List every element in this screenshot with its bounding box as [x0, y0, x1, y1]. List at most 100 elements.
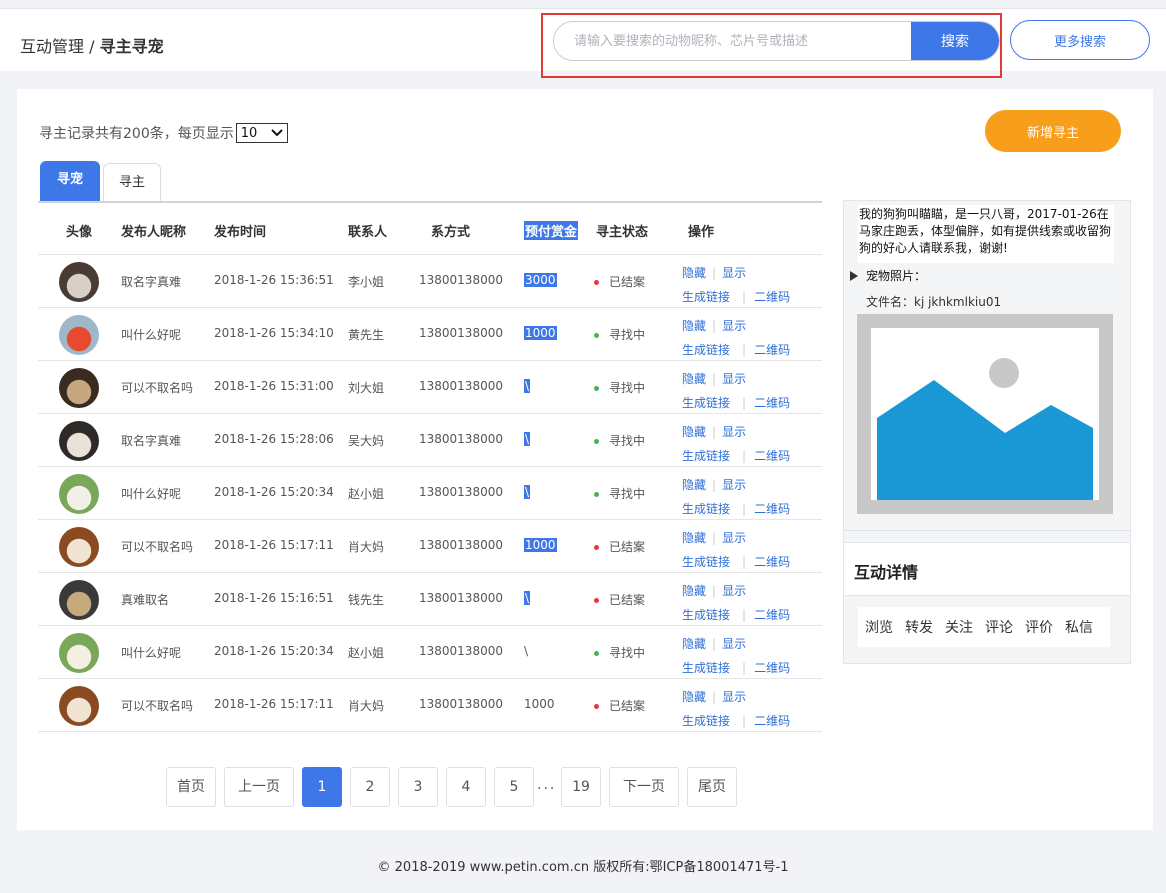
table-body: 取名字真难 2018-1-26 15:36:51 李小姐 13800138000 300…	[38, 255, 822, 732]
last-page-button[interactable]: 尾页	[687, 767, 737, 807]
hide-link[interactable]: 隐藏	[682, 584, 706, 598]
status-dot-icon	[594, 280, 599, 285]
divider: |	[742, 502, 747, 516]
show-link[interactable]: 显示	[722, 266, 746, 280]
hide-link[interactable]: 隐藏	[682, 425, 706, 439]
page-button-5[interactable]: 5	[494, 767, 534, 807]
show-link[interactable]: 显示	[722, 425, 746, 439]
contact-phone: 13800138000	[419, 697, 503, 711]
qrcode-link[interactable]: 二维码	[754, 290, 790, 304]
contact-phone: 13800138000	[419, 644, 503, 658]
hide-link[interactable]: 隐藏	[682, 372, 706, 386]
generate-link[interactable]: 生成链接	[682, 502, 730, 516]
status-dot-icon	[594, 386, 599, 391]
generate-link[interactable]: 生成链接	[682, 661, 730, 675]
hide-link[interactable]: 隐藏	[682, 637, 706, 651]
contact-phone: 13800138000	[419, 591, 503, 605]
hide-link[interactable]: 隐藏	[682, 478, 706, 492]
pet-photo-label[interactable]: 宠物照片：	[850, 267, 926, 284]
status-badge: 寻找中	[594, 432, 645, 449]
page-button-4[interactable]: 4	[446, 767, 486, 807]
hide-link[interactable]: 隐藏	[682, 690, 706, 704]
avatar	[59, 421, 99, 461]
show-link[interactable]: 显示	[722, 690, 746, 704]
first-page-button[interactable]: 首页	[166, 767, 216, 807]
table-row: 可以不取名吗 2018-1-26 15:31:00 刘大姐 13800138000 \ 寻…	[38, 361, 822, 414]
action-follow[interactable]: 关注	[945, 617, 973, 637]
status-text: 已结案	[609, 540, 646, 554]
hide-link[interactable]: 隐藏	[682, 319, 706, 333]
table-header: 头像 发布人昵称 发布时间 联系人 系方式 预付赏金 寻主状态 操作	[38, 201, 822, 255]
breadcrumb-parent[interactable]: 互动管理	[20, 37, 84, 56]
top-bar: 互动管理 / 寻主寻宠 搜索 更多搜索	[0, 8, 1166, 78]
status-badge: 寻找中	[594, 379, 645, 396]
show-link[interactable]: 显示	[722, 531, 746, 545]
record-summary: 寻主记录共有200条，每页显示 10	[39, 123, 288, 143]
add-owner-button[interactable]: 新增寻主	[985, 110, 1121, 152]
show-link[interactable]: 显示	[722, 319, 746, 333]
more-search-button[interactable]: 更多搜索	[1010, 20, 1150, 60]
search-input[interactable]	[554, 22, 912, 60]
qrcode-link[interactable]: 二维码	[754, 449, 790, 463]
header-status: 寻主状态	[596, 225, 649, 240]
reward-amount: \	[524, 379, 531, 393]
qrcode-link[interactable]: 二维码	[754, 661, 790, 675]
show-link[interactable]: 显示	[722, 637, 746, 651]
contact-name: 刘大姐	[348, 381, 385, 395]
action-comment[interactable]: 评论	[985, 617, 1013, 637]
show-link[interactable]: 显示	[722, 478, 746, 492]
show-link[interactable]: 显示	[722, 372, 746, 386]
row-actions: 隐藏 | 显示 生成链接 | 二维码	[682, 632, 812, 680]
header-reward[interactable]: 预付赏金	[524, 221, 579, 240]
contact-phone: 13800138000	[419, 432, 503, 446]
qrcode-link[interactable]: 二维码	[754, 396, 790, 410]
records-table: 头像 发布人昵称 发布时间 联系人 系方式 预付赏金 寻主状态 操作 取名字真难…	[38, 201, 822, 732]
row-actions: 隐藏 | 显示 生成链接 | 二维码	[682, 579, 812, 627]
divider: |	[742, 396, 747, 410]
contact-phone: 13800138000	[419, 538, 503, 552]
action-browse[interactable]: 浏览	[865, 617, 893, 637]
generate-link[interactable]: 生成链接	[682, 608, 730, 622]
generate-link[interactable]: 生成链接	[682, 449, 730, 463]
action-rate[interactable]: 评价	[1025, 617, 1053, 637]
action-message[interactable]: 私信	[1065, 617, 1093, 637]
pet-photo-label-text: 宠物照片：	[866, 269, 927, 283]
divider: |	[712, 372, 717, 386]
hide-link[interactable]: 隐藏	[682, 266, 706, 280]
publish-time: 2018-1-26 15:20:34	[214, 644, 334, 658]
page-button-3[interactable]: 3	[398, 767, 438, 807]
header-phone: 系方式	[431, 225, 471, 240]
next-page-button[interactable]: 下一页	[609, 767, 679, 807]
page-button-1[interactable]: 1	[302, 767, 342, 807]
summary-text: 寻主记录共有200条，每页显示	[39, 126, 234, 142]
divider: |	[712, 478, 717, 492]
generate-link[interactable]: 生成链接	[682, 396, 730, 410]
prev-page-button[interactable]: 上一页	[224, 767, 294, 807]
qrcode-link[interactable]: 二维码	[754, 608, 790, 622]
page-size-select[interactable]: 10	[235, 123, 288, 143]
qrcode-link[interactable]: 二维码	[754, 343, 790, 357]
show-link[interactable]: 显示	[722, 584, 746, 598]
status-dot-icon	[594, 651, 599, 656]
generate-link[interactable]: 生成链接	[682, 555, 730, 569]
table-row: 可以不取名吗 2018-1-26 15:17:11 肖大妈 13800138000 10…	[38, 520, 822, 573]
generate-link[interactable]: 生成链接	[682, 714, 730, 728]
generate-link[interactable]: 生成链接	[682, 290, 730, 304]
tab-find-owner[interactable]: 寻主	[103, 163, 161, 203]
publisher-nickname: 叫什么好呢	[121, 646, 182, 660]
action-share[interactable]: 转发	[905, 617, 933, 637]
status-text: 已结案	[609, 593, 646, 607]
qrcode-link[interactable]: 二维码	[754, 714, 790, 728]
qrcode-link[interactable]: 二维码	[754, 502, 790, 516]
breadcrumb-current: 寻主寻宠	[99, 37, 164, 56]
avatar	[59, 527, 99, 567]
generate-link[interactable]: 生成链接	[682, 343, 730, 357]
tab-find-pet[interactable]: 寻宠	[40, 161, 100, 201]
contact-name: 李小姐	[348, 275, 385, 289]
page-button-2[interactable]: 2	[350, 767, 390, 807]
qrcode-link[interactable]: 二维码	[754, 555, 790, 569]
hide-link[interactable]: 隐藏	[682, 531, 706, 545]
page-button-last[interactable]: 19	[561, 767, 601, 807]
pet-description: 我的狗狗叫瞄瞄，是一只八哥，2017-01-26在马家庄跑丢，体型偏胖，如有提供…	[858, 205, 1114, 263]
search-button[interactable]: 搜索	[911, 22, 999, 60]
